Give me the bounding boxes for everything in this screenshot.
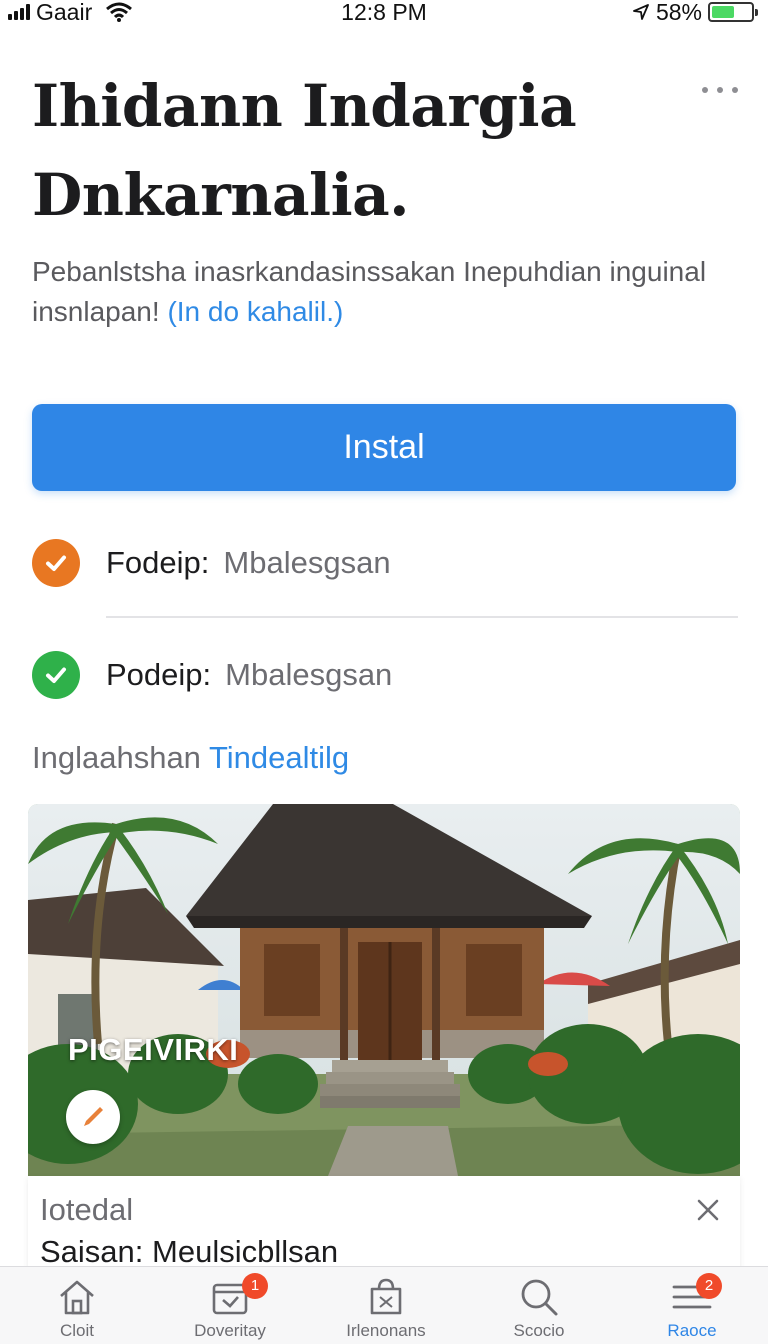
battery-icon bbox=[708, 2, 758, 22]
tab-label: Scocio bbox=[513, 1321, 565, 1340]
feature-key: Fodeip: bbox=[106, 545, 210, 580]
location-arrow-icon bbox=[633, 4, 649, 20]
tab-calendar[interactable]: 1 Doveritay bbox=[170, 1273, 290, 1343]
page-title: Ihidann Indargia Dnkarnalia. bbox=[32, 72, 577, 229]
section-heading: Inglaahshan Tindealtilg bbox=[32, 740, 349, 776]
more-dot-icon bbox=[732, 87, 738, 93]
tab-menu[interactable]: 2 Raoce bbox=[632, 1273, 752, 1343]
battery-percent: 58% bbox=[655, 0, 702, 25]
tab-label: Irlenonans bbox=[346, 1321, 426, 1340]
tab-home[interactable]: Cloit bbox=[17, 1275, 137, 1343]
feature-value: Mbalesgsan bbox=[225, 657, 393, 692]
info-label: Iotedal bbox=[40, 1192, 134, 1227]
tab-label: Raoce bbox=[667, 1321, 717, 1340]
divider bbox=[106, 616, 738, 618]
more-options-button[interactable] bbox=[702, 80, 738, 100]
notification-badge: 2 bbox=[696, 1273, 722, 1299]
tab-search[interactable]: Scocio bbox=[479, 1275, 599, 1343]
app-description: Pebanlstsha inasrkandasinssakan Inepuhdi… bbox=[32, 252, 732, 332]
section-prefix: Inglaahshan bbox=[32, 740, 201, 775]
tab-bar: Cloit 1 Doveritay Irlenonans Scocio 2 Ra… bbox=[0, 1266, 768, 1344]
tab-label: Cloit bbox=[59, 1321, 94, 1340]
description-link[interactable]: (In do kahalil.) bbox=[167, 296, 343, 327]
close-icon[interactable] bbox=[694, 1196, 722, 1224]
tab-bag[interactable]: Irlenonans bbox=[326, 1275, 446, 1343]
check-circle-icon bbox=[32, 539, 80, 587]
more-dot-icon bbox=[717, 87, 723, 93]
battery-level bbox=[712, 6, 735, 18]
edit-button[interactable] bbox=[66, 1090, 120, 1144]
bag-icon bbox=[370, 1278, 402, 1315]
check-circle-icon bbox=[32, 651, 80, 699]
feature-row: Fodeip: Mbalesgsan bbox=[32, 533, 738, 593]
tab-label: Doveritay bbox=[194, 1321, 266, 1340]
home-icon bbox=[60, 1280, 94, 1315]
feature-key: Podeip: bbox=[106, 657, 212, 692]
feature-value: Mbalesgsan bbox=[223, 545, 391, 580]
info-panel: Iotedal Saisan: Meulsicbllsan bbox=[28, 1176, 740, 1276]
search-icon bbox=[521, 1279, 558, 1316]
feature-text: Podeip: Mbalesgsan bbox=[106, 657, 392, 693]
pencil-icon bbox=[84, 1107, 103, 1126]
house-photo-card[interactable]: PIGEIVIRKI bbox=[28, 804, 740, 1176]
info-value: Saisan: Meulsicbllsan bbox=[40, 1234, 339, 1269]
image-overlay-label: PIGEIVIRKI bbox=[68, 1032, 239, 1067]
install-button[interactable]: Instal bbox=[32, 404, 736, 491]
status-right: 58% bbox=[632, 0, 758, 25]
house-photo bbox=[28, 804, 740, 1176]
feature-text: Fodeip: Mbalesgsan bbox=[106, 545, 391, 581]
feature-row: Podeip: Mbalesgsan bbox=[32, 645, 738, 705]
more-dot-icon bbox=[702, 87, 708, 93]
status-bar: Gaair 12:8 PM 58% bbox=[0, 0, 768, 26]
description-text: Pebanlstsha inasrkandasinssakan Inepuhdi… bbox=[32, 256, 707, 327]
section-link[interactable]: Tindealtilg bbox=[209, 740, 349, 775]
notification-badge: 1 bbox=[242, 1273, 268, 1299]
